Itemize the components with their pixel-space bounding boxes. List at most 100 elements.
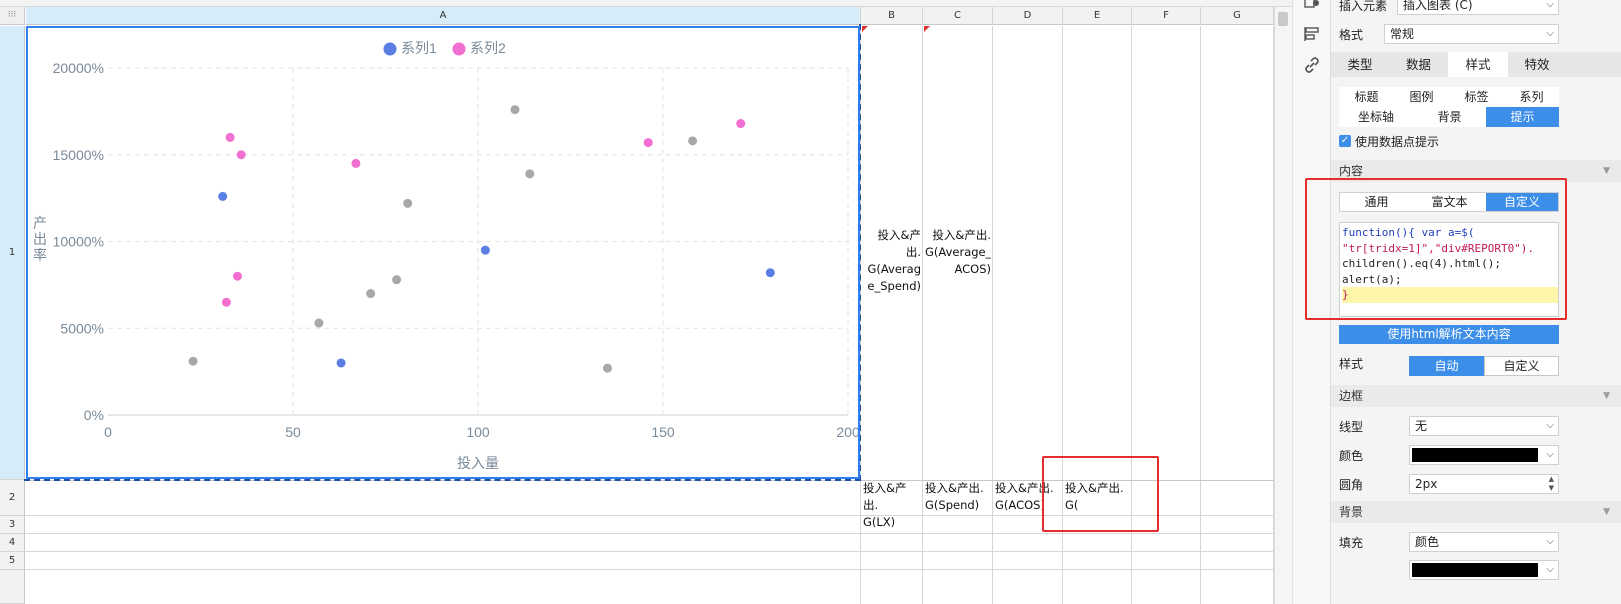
fill-select[interactable]: 颜色 ⌵	[1409, 532, 1559, 552]
section-border[interactable]: 边框 ▼	[1331, 385, 1621, 407]
grid-line	[25, 569, 1274, 570]
collapse-caret-icon: ▼	[1603, 166, 1610, 176]
cell-b2[interactable]: 投入&产出. G(LX)	[863, 480, 921, 531]
data-point	[188, 356, 198, 366]
chart-points	[188, 105, 775, 373]
spreadsheet-grid[interactable]: ⁝⁝⁝ A B C D E F G 1 2 3 4 5 投入&产出. G(Ave…	[0, 0, 1318, 604]
tab-type[interactable]: 类型	[1331, 52, 1389, 77]
section-background-label: 背景	[1339, 505, 1364, 519]
style-toggle: 自动 自定义	[1409, 356, 1559, 376]
tab-style[interactable]: 样式	[1448, 52, 1508, 77]
row-header-5[interactable]: 5	[0, 552, 25, 570]
data-point	[765, 268, 775, 278]
use-html-parse-button[interactable]: 使用html解析文本内容	[1339, 325, 1559, 344]
grid-line	[992, 26, 993, 604]
fill-value: 颜色	[1415, 535, 1440, 549]
tab-title[interactable]: 标题	[1339, 87, 1394, 107]
column-header-g[interactable]: G	[1201, 7, 1274, 25]
data-point	[314, 318, 324, 328]
grid-line	[1200, 26, 1201, 604]
vertical-scrollbar[interactable]	[1274, 7, 1292, 604]
scrollbar-thumb[interactable]	[1278, 12, 1288, 26]
style-auto-option[interactable]: 自动	[1409, 356, 1484, 376]
column-header-f[interactable]: F	[1132, 7, 1201, 25]
chart-legend: 系列1 系列2	[383, 40, 506, 56]
tab-label[interactable]: 标签	[1449, 87, 1504, 107]
chart-grid	[108, 67, 849, 415]
y-axis-title-char: 出	[33, 231, 47, 247]
chevron-down-icon: ⌵	[1546, 28, 1554, 39]
row-header-1[interactable]: 1	[0, 26, 25, 480]
data-point	[392, 275, 402, 285]
data-point	[603, 363, 612, 373]
legend-label: 系列2	[470, 40, 506, 56]
row-header-blank	[0, 570, 25, 604]
cell-marker	[924, 26, 930, 32]
column-header-d[interactable]: D	[993, 7, 1063, 25]
select-all-corner[interactable]: ⁝⁝⁝	[0, 7, 25, 25]
highlight-box	[1042, 456, 1159, 532]
format-value: 常规	[1390, 27, 1415, 41]
cell-c1[interactable]: 投入&产出. G(Average_ ACOS)	[925, 227, 991, 278]
x-tick-label: 200	[836, 424, 858, 440]
legend-marker	[452, 42, 466, 56]
widget-icon[interactable]	[1304, 26, 1320, 42]
cell-b1[interactable]: 投入&产出. G(Averag e_Spend)	[863, 227, 921, 295]
y-axis-title-char: 率	[33, 247, 47, 263]
data-point	[403, 198, 413, 208]
main-tab-bar: 类型 数据 样式 特效	[1331, 52, 1621, 77]
section-background[interactable]: 背景 ▼	[1331, 501, 1621, 523]
checkbox-checked-icon[interactable]: ✓	[1339, 135, 1351, 147]
scatter-chart[interactable]: 系列1 系列2 0 50 100 150 200 0% 5000% 10000% 15000% 20…	[26, 26, 860, 479]
column-header-e[interactable]: E	[1063, 7, 1132, 25]
toolbar-strip	[0, 0, 1318, 7]
color-swatch	[1412, 563, 1538, 577]
cell-marker	[862, 26, 868, 32]
property-icon[interactable]	[1304, 0, 1320, 10]
cell-c2[interactable]: 投入&产出. G(Spend)	[925, 480, 991, 514]
y-tick-label: 0%	[84, 407, 104, 423]
border-color-picker[interactable]: ⌵	[1409, 445, 1559, 465]
link-icon[interactable]	[1304, 57, 1320, 73]
data-point	[233, 271, 242, 281]
row-header-4[interactable]: 4	[0, 534, 25, 552]
style-custom-option[interactable]: 自定义	[1484, 356, 1559, 376]
tab-axis[interactable]: 坐标轴	[1339, 107, 1413, 127]
column-header-a[interactable]: A	[26, 7, 861, 25]
data-point	[225, 132, 235, 142]
y-tick-label: 5000%	[60, 320, 104, 336]
row-header-3[interactable]: 3	[0, 516, 25, 534]
x-tick-label: 0	[104, 424, 112, 440]
legend-label: 系列1	[401, 40, 437, 56]
data-point	[351, 158, 361, 168]
tab-background[interactable]: 背景	[1413, 107, 1486, 127]
chevron-down-icon: ⌵	[1546, 449, 1554, 460]
row-header-2[interactable]: 2	[0, 480, 25, 516]
column-header-c[interactable]: C	[923, 7, 993, 25]
tab-effect[interactable]: 特效	[1508, 52, 1566, 77]
sub-tab-row-1: 标题 图例 标签 系列	[1339, 87, 1559, 107]
tab-data[interactable]: 数据	[1389, 52, 1448, 77]
highlight-box	[1305, 178, 1567, 320]
chart-canvas: 系列1 系列2 0 50 100 150 200 0% 5000% 10000% 15000% 20…	[33, 40, 860, 471]
y-tick-label: 10000%	[53, 234, 104, 250]
x-tick-label: 100	[466, 424, 490, 440]
x-tick-label: 50	[285, 424, 301, 440]
line-type-select[interactable]: 无 ⌵	[1409, 416, 1559, 436]
data-point	[510, 105, 520, 115]
chevron-down-icon: ⌵	[1546, 536, 1554, 547]
tab-series[interactable]: 系列	[1504, 87, 1559, 107]
data-point	[736, 119, 746, 129]
x-tick-label: 150	[651, 424, 675, 440]
tab-tooltip[interactable]: 提示	[1486, 107, 1559, 127]
tab-legend[interactable]: 图例	[1394, 87, 1449, 107]
insert-element-select[interactable]: 插入图表 (C) ⌵	[1397, 0, 1559, 15]
radius-input[interactable]: 2px ▲ ▼	[1409, 474, 1559, 494]
format-select[interactable]: 常规 ⌵	[1384, 24, 1559, 44]
format-label: 格式	[1339, 28, 1364, 42]
column-header-b[interactable]: B	[861, 7, 923, 25]
fill-color-picker[interactable]: ⌵	[1409, 560, 1559, 580]
stepper-icon[interactable]: ▲ ▼	[1549, 475, 1554, 493]
line-type-label: 线型	[1339, 420, 1364, 434]
style-label: 样式	[1339, 357, 1364, 371]
